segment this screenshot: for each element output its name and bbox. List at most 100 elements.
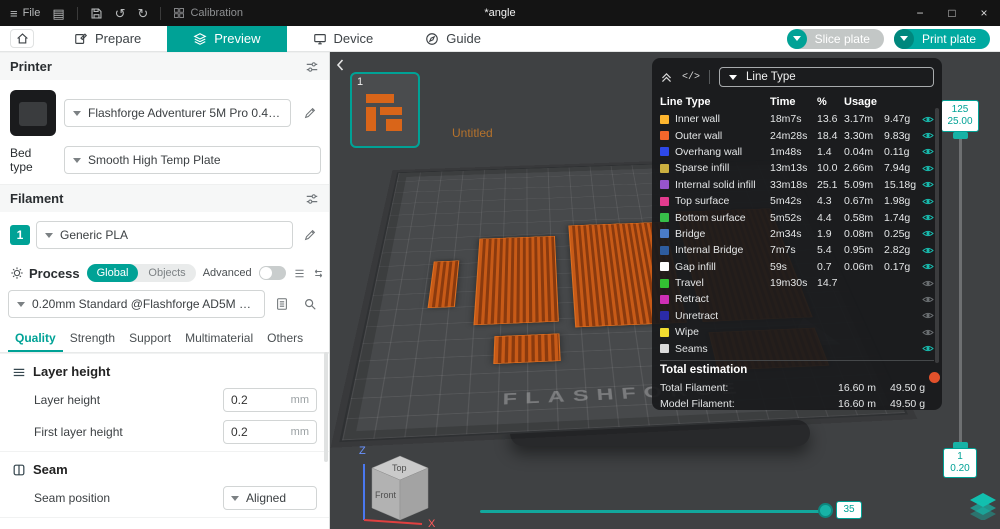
eye-icon[interactable] (920, 115, 934, 124)
filament-filter-icon[interactable] (305, 192, 319, 206)
line-type-length: 0.04m (844, 145, 874, 158)
filament-preset-select[interactable]: Generic PLA (36, 221, 293, 249)
line-type-name: Sparse infill (675, 162, 730, 175)
tab-device[interactable]: Device (287, 26, 400, 52)
line-type-weight: 0.17g (884, 260, 911, 273)
save-icon (91, 8, 102, 18)
eye-icon[interactable] (920, 262, 934, 271)
gcode-viewer-icon[interactable]: </> (682, 72, 700, 83)
moves-slider-track[interactable] (480, 510, 828, 513)
eye-icon[interactable] (920, 164, 934, 173)
eye-icon[interactable] (920, 131, 934, 140)
preset-page-icon[interactable] (271, 293, 293, 315)
bed-type-label: Bed type (10, 146, 33, 174)
legend-row: Travel 19m30s 14.7 (660, 275, 934, 291)
file-menu[interactable]: ≡ File (10, 7, 40, 20)
printer-filter-icon[interactable] (305, 60, 319, 74)
layer-slider-top-handle[interactable] (953, 132, 968, 139)
line-type-time: 19m30s (770, 277, 808, 290)
unit-label: mm (290, 394, 309, 406)
eye-icon[interactable] (920, 197, 934, 206)
eye-icon[interactable] (920, 246, 934, 255)
home-button[interactable] (10, 29, 34, 48)
eye-icon[interactable] (920, 180, 934, 189)
moves-slider-value[interactable]: 35 (836, 501, 862, 519)
process-preset-select[interactable]: 0.20mm Standard @Flashforge AD5M Pro... (8, 290, 265, 318)
eye-icon[interactable] (920, 279, 934, 288)
panel-scrollbar[interactable] (935, 108, 939, 363)
line-type-swatch (660, 114, 669, 124)
tab-quality[interactable]: Quality (8, 326, 63, 352)
redo-button[interactable]: ↻ (138, 7, 149, 20)
edit-filament-button[interactable] (299, 224, 321, 246)
x-axis-label: X (428, 518, 436, 528)
slice-dropdown-icon[interactable] (786, 28, 807, 49)
sliced-object[interactable] (473, 235, 559, 326)
calibration-menu[interactable]: Calibration (173, 7, 243, 19)
eye-icon[interactable] (920, 213, 934, 222)
print-plate-button[interactable]: Print plate (893, 28, 990, 49)
minimize-button[interactable]: − (904, 0, 936, 26)
eye-icon[interactable] (920, 147, 934, 156)
save-button[interactable] (90, 7, 103, 20)
printer-preset-select[interactable]: Flashforge Adventurer 5M Pro 0.4 Nozzle (64, 99, 291, 127)
line-type-weight: 9.83g (884, 129, 911, 142)
chevron-down-icon (45, 232, 53, 238)
bed-type-select[interactable]: Smooth High Temp Plate (64, 146, 321, 174)
line-type-percent: 4.4 (817, 211, 832, 224)
sliced-object[interactable] (427, 260, 460, 309)
scope-objects-button[interactable]: Objects (138, 264, 195, 282)
search-icon[interactable] (299, 293, 321, 315)
tab-guide[interactable]: Guide (399, 26, 507, 52)
layer-slider-bottom-value[interactable]: 1 0.20 (943, 448, 977, 478)
panel-toggle-icon[interactable]: ▤ (52, 7, 64, 20)
eye-icon[interactable] (920, 328, 934, 337)
moves-slider-handle[interactable] (818, 503, 833, 518)
collapse-sidebar-button[interactable] (334, 58, 346, 77)
filament-slot-badge[interactable]: 1 (10, 225, 30, 245)
line-type-swatch (660, 245, 669, 255)
tab-multimaterial[interactable]: Multimaterial (178, 326, 260, 352)
eye-icon[interactable] (920, 229, 934, 238)
scope-global-button[interactable]: Global (86, 264, 139, 282)
line-type-percent: 13.6 (817, 113, 838, 126)
view-type-select[interactable]: Line Type (719, 67, 934, 87)
param-list-icon[interactable] (293, 267, 306, 280)
plate-thumbnail[interactable]: 1 (350, 72, 420, 148)
print-dropdown-icon[interactable] (893, 28, 914, 49)
tab-support[interactable]: Support (122, 326, 178, 352)
tab-preview[interactable]: Preview (167, 25, 287, 52)
first-layer-height-input[interactable] (231, 425, 287, 439)
compare-presets-icon[interactable] (312, 267, 325, 280)
advanced-toggle[interactable] (258, 266, 286, 280)
undo-button[interactable]: ↺ (115, 7, 126, 20)
printer-thumbnail[interactable] (10, 90, 56, 136)
tab-prepare[interactable]: Prepare (48, 26, 167, 52)
maximize-button[interactable]: □ (936, 0, 968, 26)
layer-view-icon[interactable] (968, 492, 998, 525)
close-button[interactable]: × (968, 0, 1000, 26)
collapse-panel-icon[interactable] (660, 71, 673, 84)
layer-slider-top-value[interactable]: 125 25.00 (941, 100, 979, 132)
seam-position-select[interactable]: Aligned (223, 486, 317, 510)
sidebar-scrollbar[interactable] (324, 352, 328, 462)
line-type-name: Internal Bridge (675, 244, 744, 257)
line-type-name: Top surface (675, 195, 730, 208)
orientation-gizmo[interactable]: Z X Top Front (354, 438, 442, 529)
edit-printer-button[interactable] (299, 102, 321, 124)
preview-viewport[interactable]: 1 Untitled FLASHFORGE </> Line Type Line… (330, 52, 1000, 529)
gear-icon (11, 267, 23, 279)
eye-icon[interactable] (920, 311, 934, 320)
tab-others[interactable]: Others (260, 326, 310, 352)
layer-height-input[interactable] (231, 393, 287, 407)
legend-rows: Inner wall 18m7s 13.6 3.17m 9.47g Outer … (660, 111, 934, 357)
slice-plate-button[interactable]: Slice plate (786, 28, 884, 49)
eye-icon[interactable] (920, 344, 934, 353)
eye-icon[interactable] (920, 295, 934, 304)
guide-icon (426, 32, 439, 45)
line-type-swatch (660, 213, 669, 223)
legend-row: Overhang wall 1m48s 1.4 0.04m 0.11g (660, 144, 934, 160)
sliced-object[interactable] (493, 333, 561, 365)
layer-slider-track[interactable] (959, 136, 962, 444)
tab-strength[interactable]: Strength (63, 326, 122, 352)
